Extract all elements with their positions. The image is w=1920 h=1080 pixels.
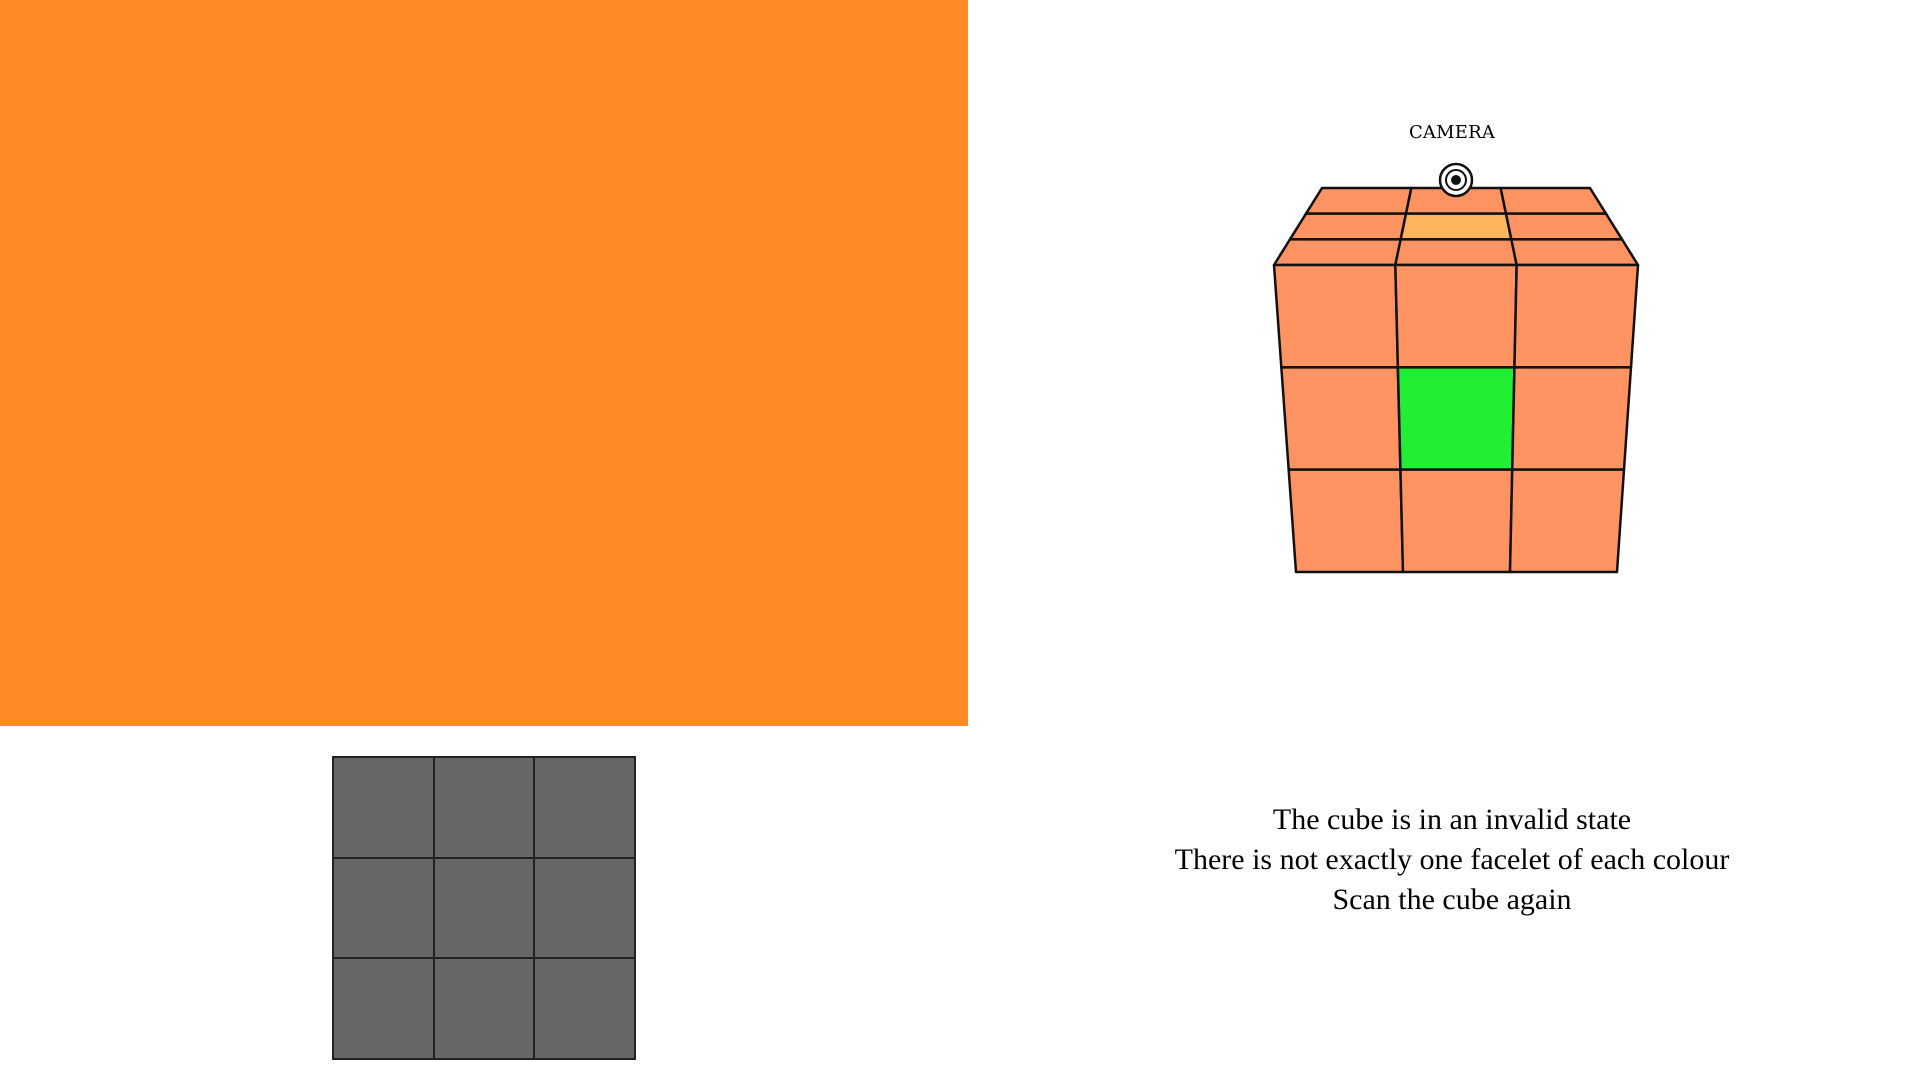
front-facelet (1508, 468, 1626, 574)
status-message-line-3: Scan the cube again (1332, 883, 1572, 916)
scan-grid-cell (333, 857, 434, 959)
top-facelet (1504, 212, 1624, 241)
scan-grid-cell (534, 958, 635, 1059)
front-facelet (1272, 263, 1400, 369)
scan-grid-cell (433, 958, 535, 1059)
front-facelet (1287, 468, 1405, 574)
top-facelet (1394, 238, 1518, 267)
front-facelet (1399, 468, 1514, 574)
top-facelet (1510, 238, 1640, 267)
top-facelet (1288, 212, 1408, 241)
scan-grid-cell (534, 857, 635, 959)
status-message: The cube is in an invalid state There is… (1052, 800, 1852, 920)
scan-grid-cell (433, 857, 535, 959)
top-facelet (1499, 186, 1608, 215)
scan-grid-cell (333, 958, 434, 1059)
camera-feed (0, 0, 968, 726)
status-message-line-2: There is not exactly one facelet of each… (1174, 843, 1730, 876)
front-facelet (1394, 263, 1518, 369)
top-facelet (1272, 238, 1402, 267)
scan-grid-cell (433, 757, 535, 858)
camera-icon (1438, 162, 1474, 198)
status-message-line-1: The cube is in an invalid state (1272, 803, 1632, 836)
cube-view (1272, 162, 1640, 574)
cube-front-face (1272, 263, 1640, 574)
top-facelet (1399, 212, 1513, 241)
cube-top-face (1272, 186, 1640, 267)
front-facelet (1510, 366, 1633, 471)
front-facelet (1280, 366, 1402, 471)
scan-grid-cell (333, 757, 434, 858)
front-facelet (1396, 366, 1516, 471)
front-facelet (1513, 263, 1640, 369)
scan-grid (332, 756, 636, 1060)
top-facelet (1304, 186, 1413, 215)
scan-grid-cell (534, 757, 635, 858)
